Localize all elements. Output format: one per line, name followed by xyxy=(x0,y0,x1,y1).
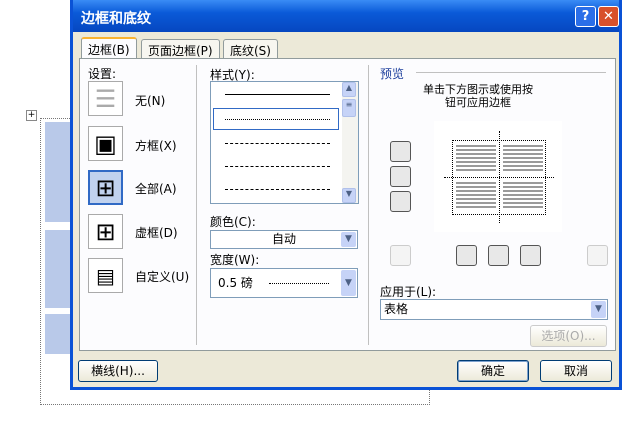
apply-to-label: 应用于(L): xyxy=(380,285,437,299)
preview-diagram[interactable] xyxy=(434,121,562,232)
table-cell xyxy=(45,230,73,308)
settings-label: 设置: xyxy=(88,67,117,81)
style-dotted[interactable] xyxy=(225,119,330,120)
diagonal-up-border-button[interactable] xyxy=(390,245,411,266)
setting-all[interactable]: 全部(A) xyxy=(135,180,177,197)
preview-inner-horizontal xyxy=(444,177,554,178)
setting-none-icon[interactable]: ☰ xyxy=(88,81,123,116)
right-border-button[interactable] xyxy=(520,245,541,266)
color-select[interactable]: 自动 ▼ xyxy=(210,230,358,249)
diagonal-down-border-button[interactable] xyxy=(587,245,608,266)
style-dash-dot[interactable] xyxy=(225,189,330,190)
style-solid[interactable] xyxy=(225,94,330,95)
setting-box[interactable]: 方框(X) xyxy=(135,137,177,154)
style-small-dash[interactable] xyxy=(225,143,330,144)
style-scrollbar[interactable]: ▲ ≡ ▼ xyxy=(342,82,358,203)
close-button[interactable]: ✕ xyxy=(598,6,619,27)
preview-hint: 单击下方图示或使用按钮可应用边框 xyxy=(423,83,533,109)
scroll-up-icon[interactable]: ▲ xyxy=(342,82,356,97)
setting-none[interactable]: 无(N) xyxy=(135,92,165,109)
width-line-sample xyxy=(269,283,329,284)
setting-custom[interactable]: 自定义(U) xyxy=(135,268,189,285)
cancel-button[interactable]: 取消 xyxy=(540,360,612,382)
scroll-down-icon[interactable]: ▼ xyxy=(342,188,356,203)
setting-all-icon[interactable]: ⊞ xyxy=(88,170,123,205)
bottom-border-button[interactable] xyxy=(390,191,411,212)
top-border-button[interactable] xyxy=(390,141,411,162)
apply-to-value: 表格 xyxy=(384,302,409,316)
document-table-handle[interactable]: + xyxy=(26,110,37,121)
chevron-down-icon: ▼ xyxy=(341,270,356,296)
chevron-down-icon: ▼ xyxy=(341,232,356,247)
style-list[interactable]: ▲ ≡ ▼ xyxy=(210,81,359,204)
ok-button[interactable]: 确定 xyxy=(457,360,529,382)
color-label: 颜色(C): xyxy=(210,215,256,229)
preview-text xyxy=(503,145,543,173)
preview-text xyxy=(456,145,496,173)
borders-shading-dialog: 边框和底纹 ? ✕ 边框(B) 页面边框(P) 底纹(S) 设置: ☰ 无(N)… xyxy=(70,0,622,390)
table-cell xyxy=(45,314,73,354)
tab-shading[interactable]: 底纹(S) xyxy=(223,39,278,59)
horizontal-line-button[interactable]: 横线(H)... xyxy=(78,360,158,382)
preview-text xyxy=(456,182,496,210)
table-cell xyxy=(45,122,73,222)
tab-panel: 设置: ☰ 无(N) ▣ 方框(X) ⊞ 全部(A) ⊞ 虚框(D) ▤ 自定义… xyxy=(79,58,616,351)
setting-grid-icon[interactable]: ⊞ xyxy=(88,214,123,249)
color-value: 自动 xyxy=(271,232,296,246)
left-border-button[interactable] xyxy=(456,245,477,266)
scroll-thumb[interactable]: ≡ xyxy=(342,99,356,117)
divider xyxy=(196,65,197,345)
options-button[interactable]: 选项(O)... xyxy=(530,325,607,347)
inside-vertical-border-button[interactable] xyxy=(488,245,509,266)
width-label: 宽度(W): xyxy=(210,253,260,267)
divider xyxy=(368,65,369,345)
apply-to-select[interactable]: 表格 ▼ xyxy=(380,299,608,320)
setting-grid[interactable]: 虚框(D) xyxy=(135,224,178,241)
setting-custom-icon[interactable]: ▤ xyxy=(88,258,123,293)
width-value: 0.5 磅 xyxy=(218,276,253,290)
style-dash[interactable] xyxy=(225,166,330,167)
setting-box-icon[interactable]: ▣ xyxy=(88,126,123,161)
width-select[interactable]: 0.5 磅 ▼ xyxy=(210,268,358,298)
inside-horizontal-border-button[interactable] xyxy=(390,166,411,187)
help-button[interactable]: ? xyxy=(575,6,596,27)
preview-rule xyxy=(416,72,606,73)
tab-borders[interactable]: 边框(B) xyxy=(81,37,137,59)
preview-text xyxy=(503,182,543,210)
dialog-title: 边框和底纹 xyxy=(73,0,619,32)
preview-label: 预览 xyxy=(380,67,405,81)
chevron-down-icon: ▼ xyxy=(591,301,606,318)
tab-page-border[interactable]: 页面边框(P) xyxy=(141,39,220,59)
